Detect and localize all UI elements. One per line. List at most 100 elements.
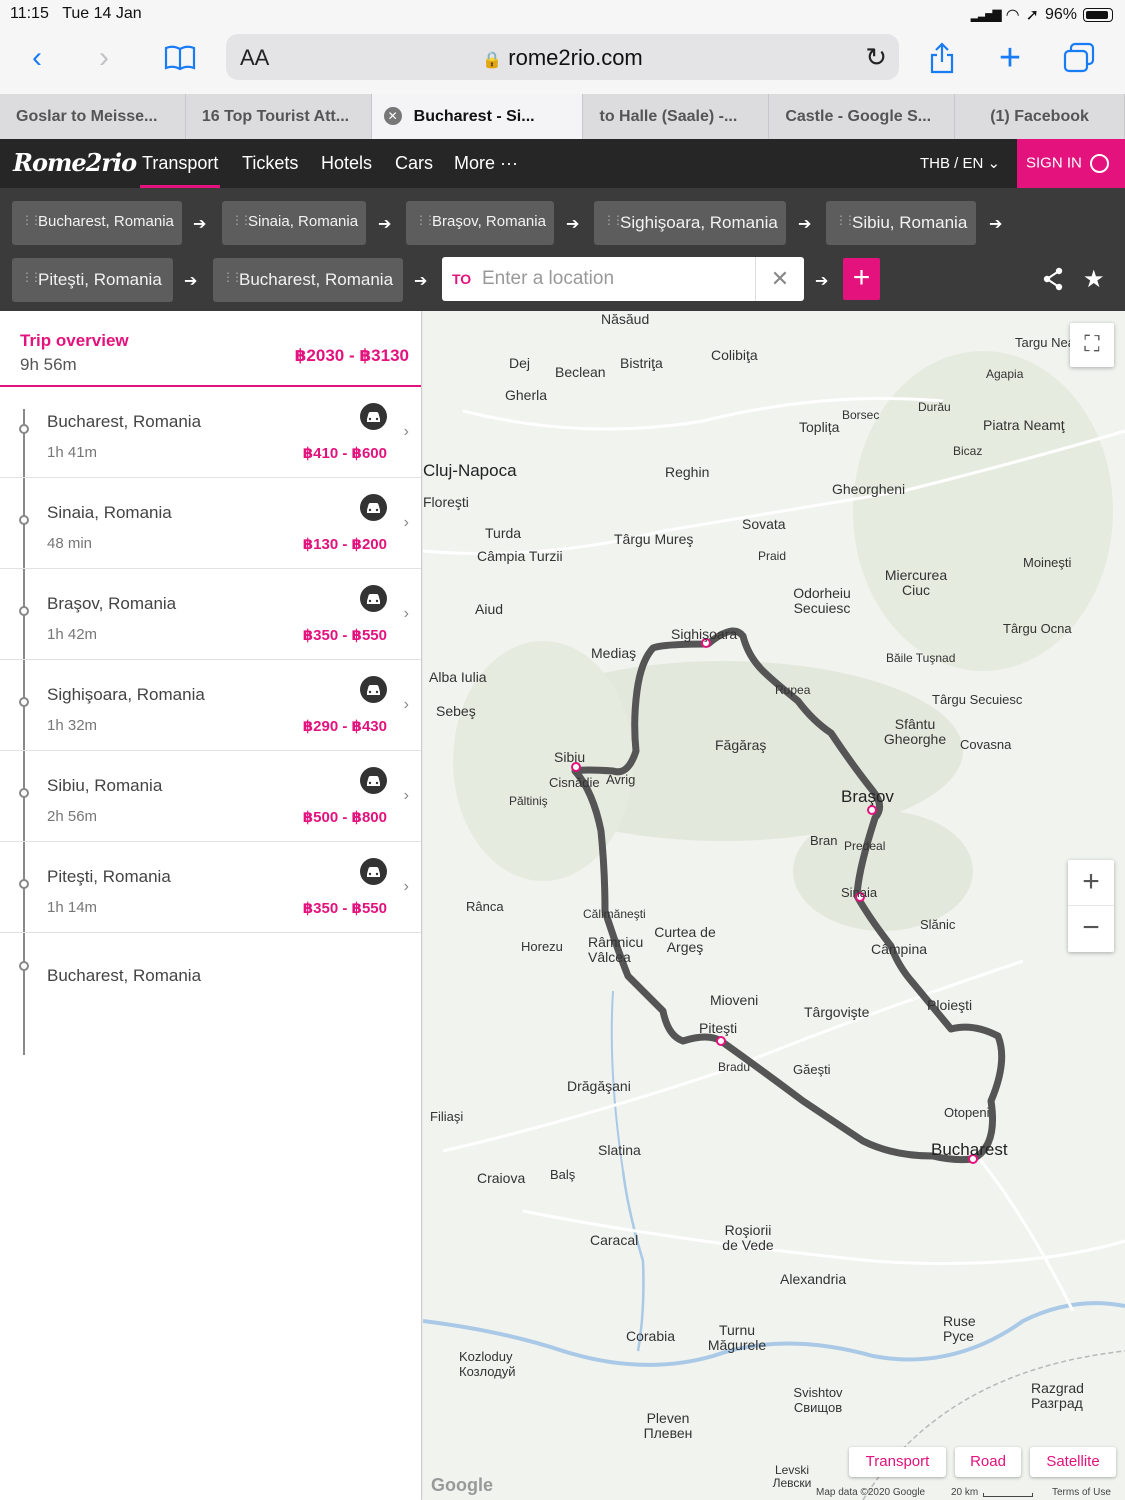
route-stop-chip[interactable]: Bucharest, Romania — [213, 258, 403, 302]
map-city-label: Bicaz — [953, 444, 983, 458]
nav-more[interactable]: More ··· — [454, 153, 518, 174]
terms-link[interactable]: Terms of Use — [1052, 1487, 1111, 1498]
map-city-label: Roşiorii de Vede — [722, 1222, 774, 1253]
map-city-label: Gheorgheni — [832, 481, 906, 497]
map-city-label: Bistriţa — [620, 355, 663, 371]
nav-cars[interactable]: Cars — [395, 153, 433, 174]
timeline-node — [19, 515, 29, 525]
route-stop-chip[interactable]: Braşov, Romania — [406, 201, 554, 245]
map-city-label: Făgăraş — [715, 737, 767, 753]
map-city-label: Turda — [485, 525, 522, 541]
map-city-label: Rupea — [775, 683, 811, 697]
fullscreen-icon[interactable]: ⛶ — [1070, 323, 1114, 367]
leg-origin: Piteşti, Romania — [47, 867, 171, 886]
trip-leg[interactable]: Sighişoara, Romania 1h 32m ฿290 - ฿430 › — [0, 660, 421, 751]
map-city-label: Reghin — [665, 464, 710, 480]
route-stop-chip[interactable]: Piteşti, Romania — [12, 258, 173, 302]
map-city-label: Praid — [758, 549, 787, 563]
map-city-label: Filiaşi — [430, 1109, 464, 1124]
trip-leg[interactable]: Sinaia, Romania 48 min ฿130 - ฿200 › — [0, 478, 421, 569]
browser-tabs: Goslar to Meisse... 16 Top Tourist Att..… — [0, 94, 1125, 139]
map-city-label: Ruse Русе — [943, 1313, 976, 1344]
tabs-overview-icon[interactable] — [1057, 36, 1101, 80]
url-text[interactable]: 🔒 rome2rio.com — [226, 45, 899, 71]
map-city-label: Corabia — [626, 1328, 676, 1344]
map-city-label: Moineşti — [1023, 555, 1072, 570]
bookmarks-icon[interactable] — [158, 36, 202, 80]
nav-tickets[interactable]: Tickets — [242, 153, 298, 174]
arrow-right-icon: ➔ — [378, 216, 392, 233]
to-location-input[interactable] — [482, 257, 752, 301]
map-city-label: Avrig — [606, 772, 636, 787]
route-stop-chip[interactable]: Sibiu, Romania — [826, 201, 976, 245]
route-stop-chip[interactable]: Sighişoara, Romania — [594, 201, 786, 245]
trip-leg[interactable]: Bucharest, Romania 1h 41m ฿410 - ฿600 › — [0, 387, 421, 478]
timeline-node — [19, 961, 29, 971]
chevron-right-icon: › — [403, 514, 409, 531]
rome2rio-logo[interactable]: Rome2rio — [13, 148, 137, 177]
browser-tab[interactable]: to Halle (Saale) -... — [583, 94, 770, 139]
clear-icon[interactable]: ✕ — [755, 257, 804, 301]
chevron-down-icon: ⌄ — [987, 155, 1001, 172]
reload-icon[interactable]: ↻ — [865, 42, 887, 73]
route-stop-chip[interactable]: Bucharest, Romania — [12, 201, 182, 245]
share-icon[interactable] — [1042, 267, 1064, 296]
car-icon — [360, 676, 387, 703]
map-city-label: Mediaş — [591, 645, 637, 661]
leg-duration: 2h 56m — [47, 808, 98, 825]
currency-language-selector[interactable]: THB / EN ⌄ — [920, 154, 1000, 172]
map-city-label: Câmpina — [871, 941, 928, 957]
car-icon — [360, 494, 387, 521]
map-city-label: Toplița — [799, 419, 840, 435]
timeline-node — [19, 697, 29, 707]
route-map[interactable]: Năsăud Bistriţa Colibiţa Dej Beclean Ghe… — [423, 311, 1125, 1500]
map-city-label: Sovata — [742, 516, 786, 532]
nav-transport[interactable]: Transport — [139, 153, 221, 189]
map-type-satellite[interactable]: Satellite — [1030, 1447, 1116, 1477]
star-icon[interactable]: ★ — [1083, 265, 1105, 294]
trip-leg[interactable]: Sibiu, Romania 2h 56m ฿500 - ฿800 › — [0, 751, 421, 842]
route-stop-chip[interactable]: Sinaia, Romania — [222, 201, 366, 245]
map-type-road[interactable]: Road — [955, 1447, 1021, 1477]
map-city-label: Horezu — [521, 939, 563, 954]
map-city-label: Sfântu Gheorghe — [883, 716, 947, 747]
forward-icon[interactable]: › — [82, 36, 126, 80]
zoom-out-button[interactable]: − — [1068, 906, 1114, 952]
map-city-label: Gherla — [505, 387, 548, 403]
new-tab-icon[interactable]: + — [988, 36, 1032, 80]
sign-in-button[interactable]: SIGN IN — [1017, 139, 1125, 188]
share-icon[interactable] — [920, 36, 964, 80]
map-city-label: Mioveni — [710, 992, 759, 1008]
browser-tab[interactable]: (1) Facebook — [955, 94, 1125, 139]
to-location-field[interactable]: TO ✕ — [442, 257, 804, 301]
leg-price: ฿350 - ฿550 — [302, 900, 387, 917]
address-bar[interactable]: AA 🔒 rome2rio.com ↻ — [226, 34, 899, 80]
browser-tab[interactable]: 16 Top Tourist Att... — [186, 94, 372, 139]
leg-duration: 1h 14m — [47, 899, 98, 916]
browser-tab[interactable]: Castle - Google S... — [769, 94, 956, 139]
trip-overview[interactable]: Trip overview 9h 56m ฿2030 - ฿3130 — [0, 311, 421, 387]
add-destination-button[interactable]: + — [843, 258, 880, 300]
nav-hotels[interactable]: Hotels — [321, 153, 372, 174]
browser-toolbar: ‹ › AA 🔒 rome2rio.com ↻ + — [0, 28, 1125, 94]
leg-price: ฿350 - ฿550 — [302, 627, 387, 644]
map-city-label: Târgovişte — [804, 1004, 870, 1020]
map-city-label: Razgrad Разград — [1031, 1380, 1084, 1411]
trip-leg[interactable]: Piteşti, Romania 1h 14m ฿350 - ฿550 › — [0, 842, 421, 933]
trip-leg[interactable]: Braşov, Romania 1h 42m ฿350 - ฿550 › — [0, 569, 421, 660]
map-city-label: Craiova — [477, 1170, 526, 1186]
map-city-label: Caracal — [590, 1232, 639, 1248]
map-city-label: Sighişoara — [671, 626, 738, 642]
map-city-label: Alexandria — [780, 1271, 847, 1287]
browser-tab-active[interactable]: ✕ Bucharest - Si... — [371, 94, 584, 139]
map-city-label: Kozloduy Козлодуй — [459, 1349, 516, 1379]
map-type-transport[interactable]: Transport — [849, 1447, 946, 1477]
close-tab-icon[interactable]: ✕ — [383, 107, 402, 125]
back-icon[interactable]: ‹ — [15, 36, 59, 80]
map-city-label: Predeal — [844, 839, 886, 853]
map-city-label: Rânca — [466, 899, 504, 914]
map-city-label: Borsec — [842, 408, 880, 422]
map-city-label: Călimăneşti — [583, 907, 646, 921]
zoom-in-button[interactable]: + — [1068, 860, 1114, 906]
browser-tab[interactable]: Goslar to Meisse... — [0, 94, 186, 139]
